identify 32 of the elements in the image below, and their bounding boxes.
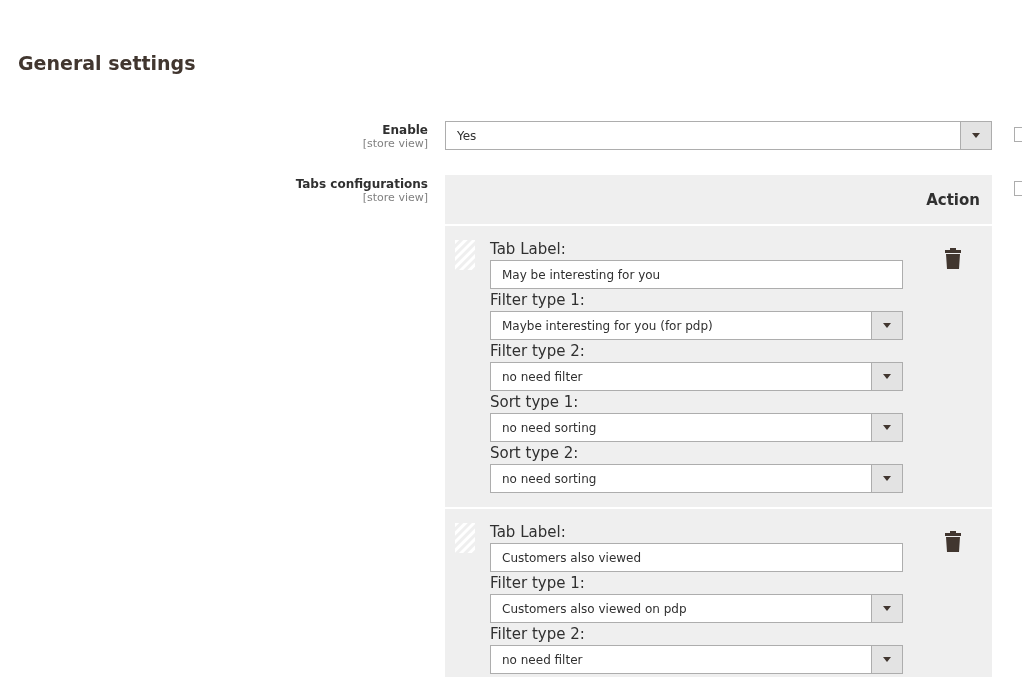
select-field[interactable]: Maybe interesting for you (for pdp) — [490, 311, 903, 340]
caret-icon — [883, 657, 891, 662]
text-field[interactable]: Customers also viewed — [490, 543, 903, 572]
trash-icon[interactable] — [945, 248, 961, 269]
scope-label: [store view] — [362, 191, 428, 204]
field-label: Filter type 1: — [490, 290, 586, 311]
field-label: Filter type 2: — [490, 341, 586, 362]
caret-icon — [883, 425, 891, 430]
field-label: Tab Label: — [490, 239, 567, 260]
setting-label: Tabs configurations — [295, 177, 428, 191]
select-field[interactable]: Yes — [445, 121, 992, 150]
field-label: Filter type 1: — [490, 573, 586, 594]
trash-icon[interactable] — [945, 531, 961, 552]
text-field[interactable]: May be interesting for you — [490, 260, 903, 289]
select-field[interactable]: Customers also viewed on pdp — [490, 594, 903, 623]
scope-label: [store view] — [362, 137, 428, 150]
setting-label: Enable — [382, 123, 428, 137]
caret-icon — [972, 133, 980, 138]
field-label: Sort type 2: — [490, 443, 580, 464]
column-header: Action — [926, 190, 980, 209]
select-field[interactable]: no need sorting — [490, 413, 903, 442]
select-field[interactable]: no need sorting — [490, 464, 903, 493]
caret-icon — [883, 476, 891, 481]
field-label: Tab Label: — [490, 522, 567, 543]
select-field[interactable]: no need filter — [490, 362, 903, 391]
select-field[interactable]: no need filter — [490, 645, 903, 674]
field-label: Sort type 1: — [490, 392, 580, 413]
field-label: Filter type 2: — [490, 624, 586, 645]
caret-icon — [883, 374, 891, 379]
caret-icon — [883, 323, 891, 328]
caret-icon — [883, 606, 891, 611]
section-title: General settings — [18, 52, 197, 74]
